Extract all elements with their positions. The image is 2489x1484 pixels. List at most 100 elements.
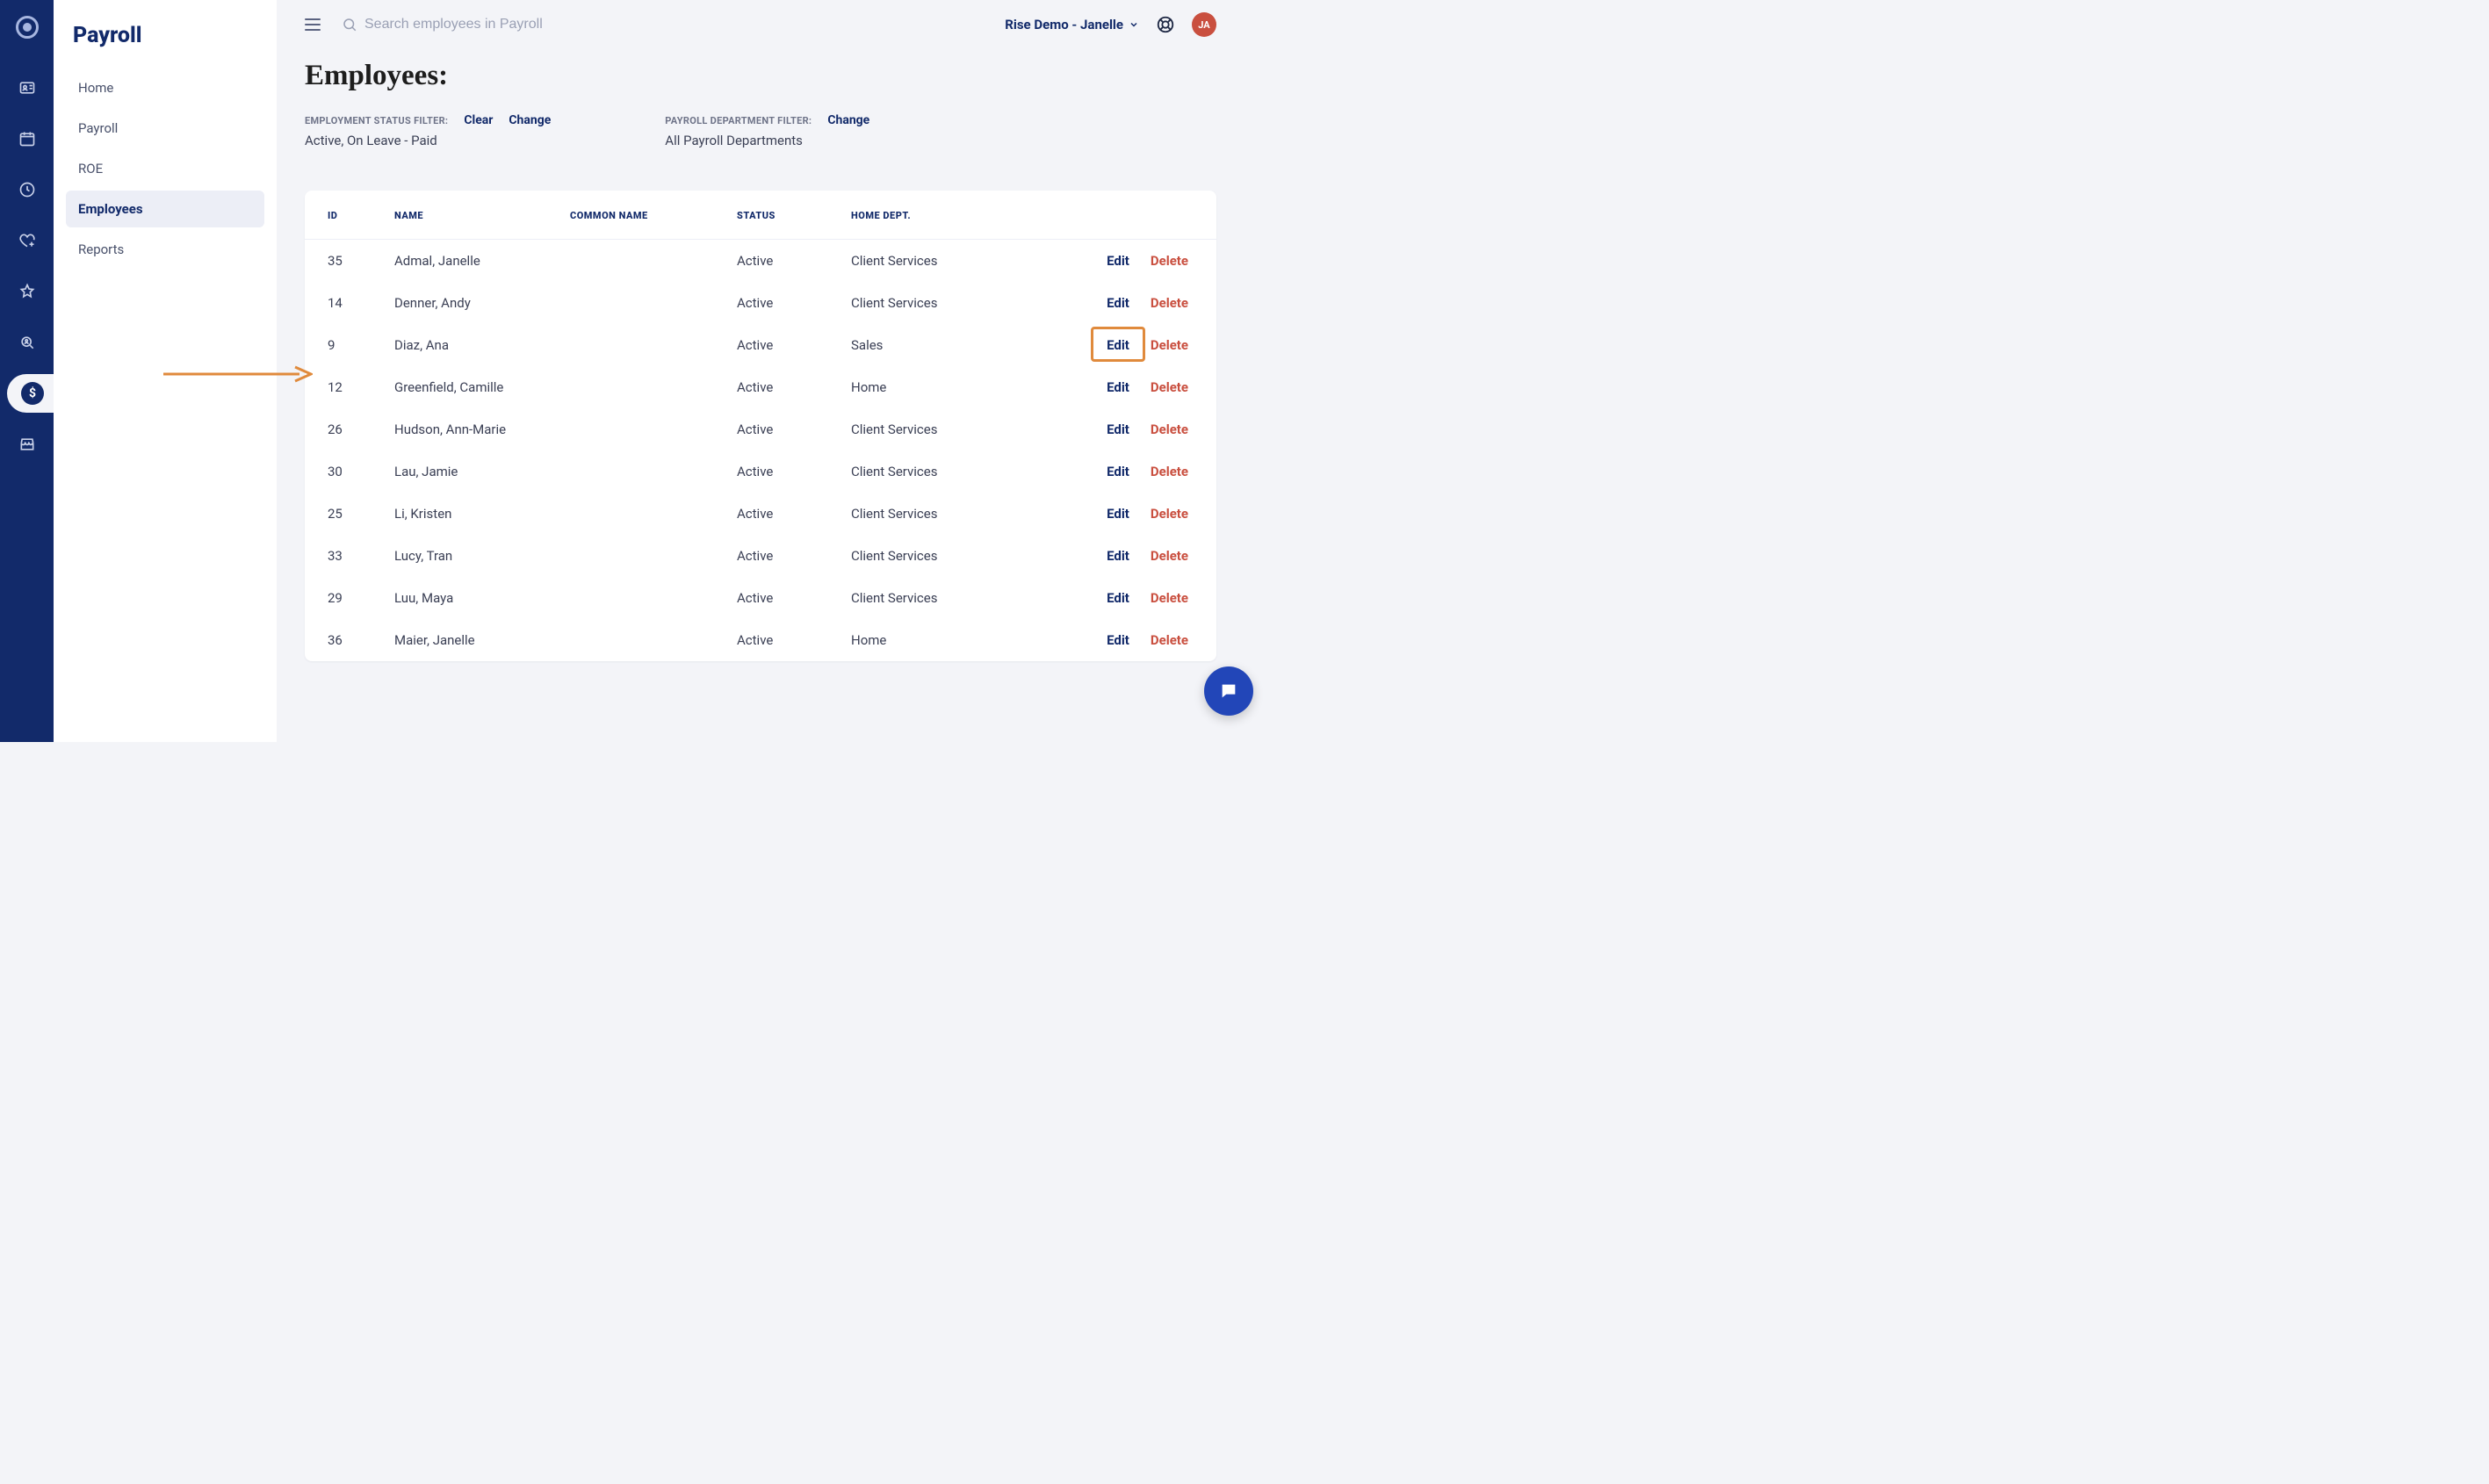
cell-home-dept: Client Services (840, 408, 990, 450)
cell-status: Active (726, 577, 840, 619)
edit-link[interactable]: Edit (1107, 464, 1129, 479)
delete-link[interactable]: Delete (1151, 506, 1188, 522)
rail-item-people[interactable] (8, 68, 47, 107)
table-row: 29Luu, MayaActiveClient ServicesEditDele… (305, 577, 1216, 619)
delete-link[interactable]: Delete (1151, 421, 1188, 437)
cell-common-name (559, 240, 726, 283)
sidebar-item-roe[interactable]: ROE (66, 150, 264, 187)
dollar-icon: $ (21, 382, 44, 405)
help-button[interactable] (1155, 14, 1176, 35)
id-card-icon (18, 79, 36, 97)
cell-common-name (559, 282, 726, 324)
delete-link[interactable]: Delete (1151, 253, 1188, 269)
employment-filter-change[interactable]: Change (509, 113, 551, 127)
delete-link[interactable]: Delete (1151, 464, 1188, 479)
shop-icon (18, 436, 36, 453)
cell-name: Admal, Janelle (384, 240, 559, 283)
cell-status: Active (726, 408, 840, 450)
rail-item-reviews[interactable] (8, 272, 47, 311)
edit-link[interactable]: Edit (1107, 253, 1129, 269)
sidebar-item-payroll[interactable]: Payroll (66, 110, 264, 147)
col-header-id[interactable]: ID (305, 191, 384, 240)
cell-actions: Edit Delete (990, 408, 1216, 450)
delete-link[interactable]: Delete (1151, 632, 1188, 648)
sidebar-item-home[interactable]: Home (66, 69, 264, 106)
sidebar: Payroll Home Payroll ROE Employees Repor… (54, 0, 277, 742)
cell-name: Lau, Jamie (384, 450, 559, 493)
avatar[interactable]: JA (1192, 12, 1216, 37)
cell-home-dept: Home (840, 366, 990, 408)
cell-actions: Edit Delete (990, 450, 1216, 493)
edit-link[interactable]: Edit (1107, 421, 1129, 437)
cell-status: Active (726, 493, 840, 535)
page-title: Employees: (305, 60, 1244, 92)
edit-link[interactable]: Edit (1107, 337, 1129, 353)
table-row: 36Maier, JanelleActiveHomeEditDelete (305, 619, 1216, 661)
table-row: 35Admal, JanelleActiveClient ServicesEdi… (305, 240, 1216, 283)
employment-filter-clear[interactable]: Clear (464, 113, 493, 127)
cell-home-dept: Client Services (840, 493, 990, 535)
edit-link[interactable]: Edit (1107, 548, 1129, 564)
rail-item-time[interactable] (8, 170, 47, 209)
app-logo-icon[interactable] (16, 16, 39, 39)
cell-home-dept: Client Services (840, 450, 990, 493)
department-filter-change[interactable]: Change (827, 113, 869, 127)
cell-common-name (559, 493, 726, 535)
cell-common-name (559, 324, 726, 366)
col-header-common-name[interactable]: COMMON NAME (559, 191, 726, 240)
delete-link[interactable]: Delete (1151, 590, 1188, 606)
edit-link[interactable]: Edit (1107, 379, 1129, 395)
chat-icon (1219, 681, 1238, 701)
department-filter-label: PAYROLL DEPARTMENT FILTER: (665, 115, 812, 126)
table-row: 30Lau, JamieActiveClient ServicesEditDel… (305, 450, 1216, 493)
cell-common-name (559, 619, 726, 661)
cell-name: Li, Kristen (384, 493, 559, 535)
edit-link[interactable]: Edit (1107, 506, 1129, 522)
cell-home-dept: Home (840, 619, 990, 661)
cell-home-dept: Client Services (840, 282, 990, 324)
cell-id: 35 (305, 240, 384, 283)
delete-link[interactable]: Delete (1151, 295, 1188, 311)
col-header-name[interactable]: NAME (384, 191, 559, 240)
rail-item-store[interactable] (8, 425, 47, 464)
rail-item-payroll[interactable]: $ (7, 374, 61, 413)
main-content: Rise Demo - Janelle JA Employees: EMPLOY… (277, 0, 1244, 742)
filters: EMPLOYMENT STATUS FILTER: Clear Change A… (305, 113, 1244, 148)
table-row: 33Lucy, TranActiveClient ServicesEditDel… (305, 535, 1216, 577)
table-row: 9Diaz, AnaActiveSalesEditDelete (305, 324, 1216, 366)
col-header-home-dept[interactable]: HOME DEPT. (840, 191, 990, 240)
chat-button[interactable] (1204, 666, 1253, 716)
menu-toggle-button[interactable] (305, 18, 321, 31)
edit-link[interactable]: Edit (1107, 632, 1129, 648)
cell-status: Active (726, 282, 840, 324)
edit-link[interactable]: Edit (1107, 590, 1129, 606)
account-switcher[interactable]: Rise Demo - Janelle (1005, 17, 1139, 32)
cell-status: Active (726, 535, 840, 577)
cell-actions: Edit Delete (990, 240, 1216, 283)
cell-actions: Edit Delete (990, 366, 1216, 408)
clock-icon (18, 181, 36, 198)
cell-id: 12 (305, 366, 384, 408)
star-icon (18, 283, 36, 300)
cell-actions: Edit Delete (990, 324, 1216, 366)
employees-table: ID NAME COMMON NAME STATUS HOME DEPT. 35… (305, 191, 1216, 661)
sidebar-item-employees[interactable]: Employees (66, 191, 264, 227)
rail-item-recruit[interactable] (8, 323, 47, 362)
cell-id: 25 (305, 493, 384, 535)
edit-link[interactable]: Edit (1107, 295, 1129, 311)
cell-id: 14 (305, 282, 384, 324)
employees-table-card: ID NAME COMMON NAME STATUS HOME DEPT. 35… (305, 191, 1216, 661)
delete-link[interactable]: Delete (1151, 548, 1188, 564)
department-filter-value: All Payroll Departments (665, 133, 869, 148)
topbar: Rise Demo - Janelle JA (277, 0, 1244, 49)
delete-link[interactable]: Delete (1151, 379, 1188, 395)
sidebar-item-reports[interactable]: Reports (66, 231, 264, 268)
department-filter: PAYROLL DEPARTMENT FILTER: Change All Pa… (665, 113, 869, 148)
col-header-status[interactable]: STATUS (726, 191, 840, 240)
rail-item-benefits[interactable] (8, 221, 47, 260)
search-input[interactable] (364, 17, 628, 32)
delete-link[interactable]: Delete (1151, 337, 1188, 353)
heart-plus-icon (18, 232, 36, 249)
cell-id: 30 (305, 450, 384, 493)
rail-item-calendar[interactable] (8, 119, 47, 158)
